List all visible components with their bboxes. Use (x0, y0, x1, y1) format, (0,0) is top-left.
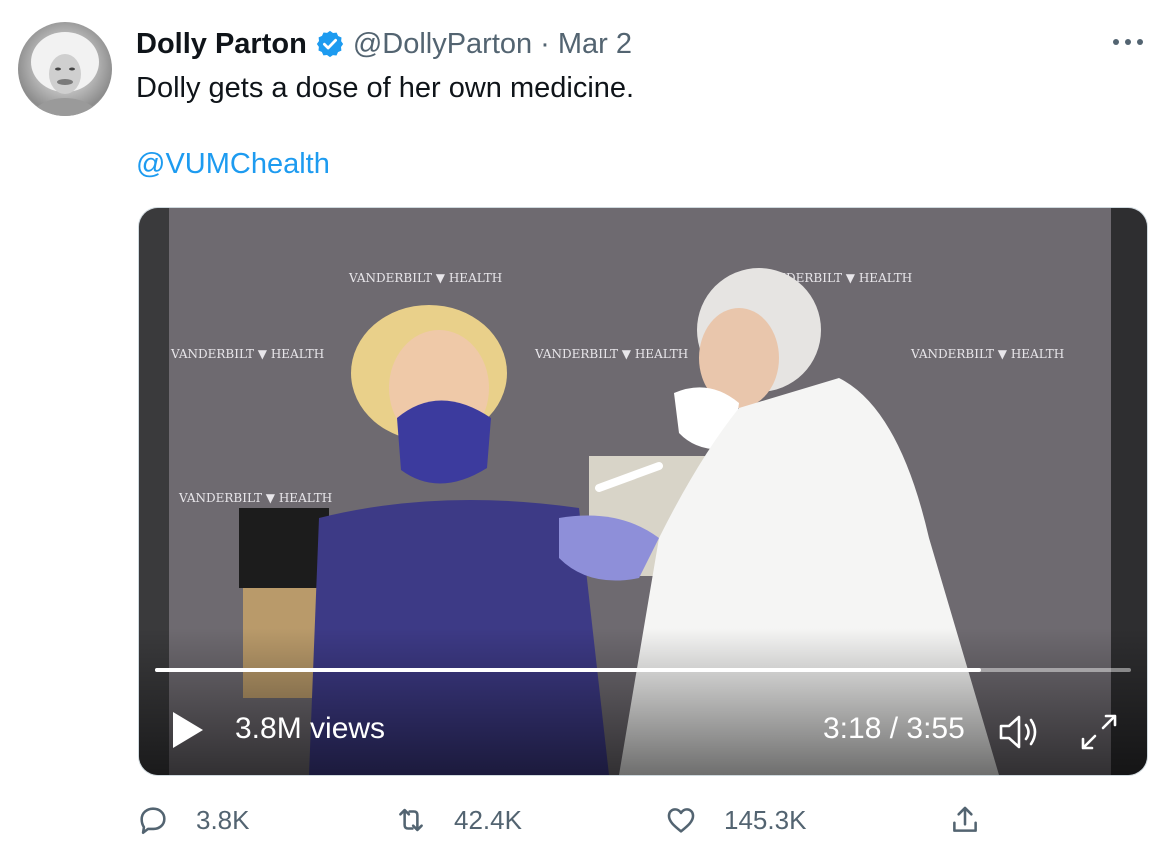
backdrop-logo: VANDERBILT ▼ HEALTH (170, 347, 324, 361)
volume-icon[interactable] (997, 712, 1043, 752)
verified-badge-icon (316, 30, 343, 58)
like-icon (667, 808, 695, 833)
reply-button[interactable]: 3.8K (136, 800, 250, 840)
video-frame: VANDERBILT ▼ HEALTH VANDERBILT ▼ HEALTH … (139, 208, 1147, 775)
video-progress-fill (155, 668, 981, 672)
author-handle[interactable]: @DollyParton (353, 28, 532, 61)
avatar-image (30, 32, 100, 116)
retweet-button[interactable]: 42.4K (394, 800, 522, 840)
author-name[interactable]: Dolly Parton (136, 28, 307, 61)
reply-count: 3.8K (196, 804, 250, 835)
reply-icon (140, 807, 166, 835)
video-progress-bar[interactable] (155, 668, 1131, 672)
like-button[interactable]: 145.3K (664, 800, 806, 840)
share-button[interactable] (948, 800, 1008, 840)
avatar[interactable] (18, 22, 112, 116)
retweet-count: 42.4K (454, 804, 522, 835)
backdrop-logo: VANDERBILT ▼ HEALTH (910, 347, 1064, 361)
more-options-icon[interactable] (1110, 30, 1146, 54)
backdrop-logo: VANDERBILT ▼ HEALTH (348, 271, 502, 285)
mention-link[interactable]: @VUMChealth (136, 146, 330, 182)
share-icon (953, 806, 977, 832)
tweet-header: Dolly Parton @DollyParton · Mar 2 (136, 26, 632, 62)
view-count: 3.8M views (235, 712, 386, 745)
backdrop-logo: VANDERBILT ▼ HEALTH (534, 347, 688, 361)
tweet-date[interactable]: Mar 2 (558, 28, 632, 61)
fullscreen-icon[interactable] (1079, 712, 1119, 752)
video-time: 3:18 / 3:55 (823, 712, 965, 745)
retweet-icon (399, 808, 423, 832)
tweet-text: Dolly gets a dose of her own medicine. (136, 72, 635, 104)
backdrop-logo: VANDERBILT ▼ HEALTH (178, 491, 332, 505)
like-count: 145.3K (724, 804, 807, 835)
play-icon[interactable] (169, 710, 205, 750)
video-player[interactable]: VANDERBILT ▼ HEALTH VANDERBILT ▼ HEALTH … (138, 207, 1148, 776)
header-separator: · (540, 27, 550, 60)
